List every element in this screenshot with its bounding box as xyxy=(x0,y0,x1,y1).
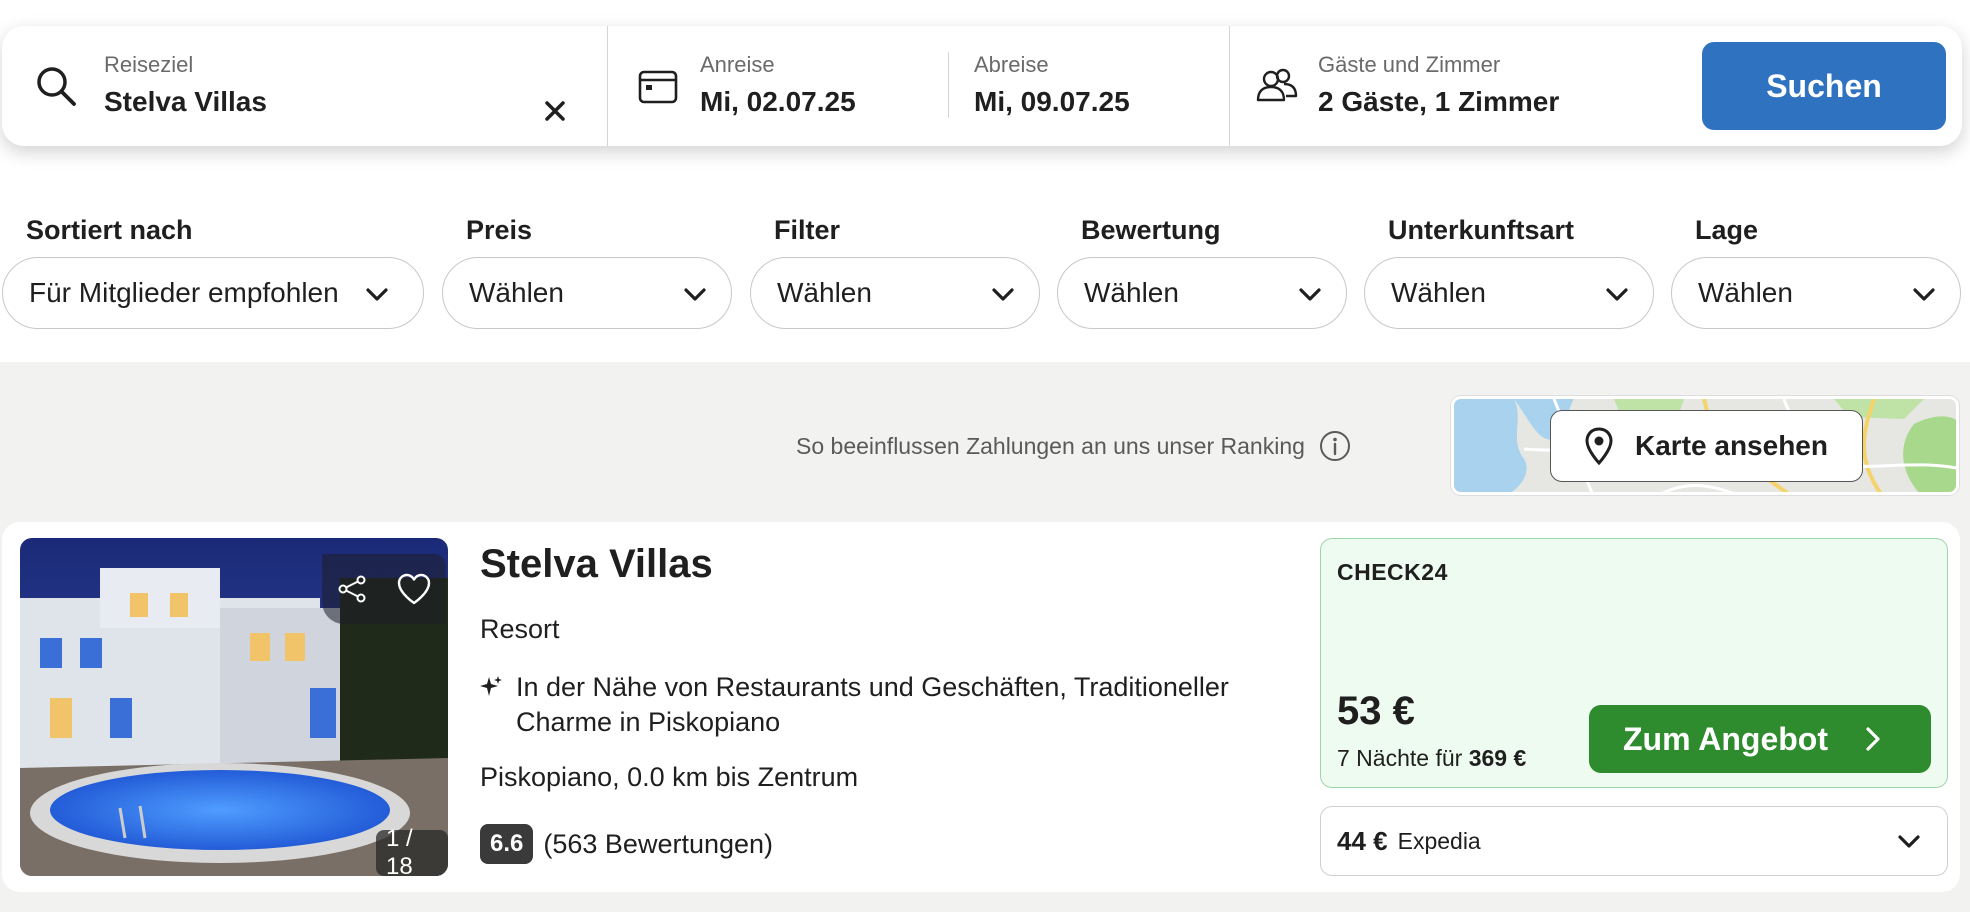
photo-actions xyxy=(322,554,446,624)
search-button[interactable]: Suchen xyxy=(1702,42,1946,130)
filter-label: Lage xyxy=(1695,215,1759,245)
alt-offer-price: 44 € xyxy=(1337,825,1388,856)
checkout-value[interactable]: Mi, 09.07.25 xyxy=(974,86,1130,118)
filter-label: Sortiert nach xyxy=(26,215,193,245)
to-offer-button[interactable]: Zum Angebot xyxy=(1589,705,1931,773)
filter-label: Preis xyxy=(466,215,533,245)
rating-count: (563 Bewertungen) xyxy=(543,828,774,859)
accommodation-dropdown[interactable]: Wählen xyxy=(1364,257,1654,329)
map-pin-icon xyxy=(1585,427,1613,465)
date-divider xyxy=(948,52,949,118)
rating-row: 6.6 (563 Bewertungen) xyxy=(480,824,773,864)
hotel-type: Resort xyxy=(480,614,560,644)
checkout-label: Abreise xyxy=(974,52,1049,77)
sort-dropdown[interactable]: Für Mitglieder empfohlen xyxy=(2,257,424,329)
close-icon xyxy=(545,101,565,121)
ranking-info[interactable]: So beeinflussen Zahlungen an uns unser R… xyxy=(796,430,1351,462)
dropdown-value: Wählen xyxy=(1391,277,1486,308)
calendar-icon xyxy=(638,68,678,109)
destination-value[interactable]: Stelva Villas xyxy=(104,86,267,118)
chevron-down-icon xyxy=(1606,288,1628,301)
offer-provider: CHECK24 xyxy=(1337,559,1448,585)
hotel-card[interactable]: 1 / 18 Stelva Villas Resort In der Nähe … xyxy=(2,522,1960,892)
heart-icon[interactable] xyxy=(396,573,432,605)
filter-dropdown[interactable]: Wählen xyxy=(750,257,1040,329)
hotel-photo[interactable]: 1 / 18 xyxy=(20,538,448,876)
alt-offer-provider: Expedia xyxy=(1397,827,1481,854)
rating-dropdown[interactable]: Wählen xyxy=(1057,257,1347,329)
nights-total: 369 € xyxy=(1468,745,1527,771)
nights-prefix: 7 Nächte für xyxy=(1337,745,1463,771)
view-map-button[interactable]: Karte ansehen xyxy=(1550,410,1863,482)
chevron-down-icon xyxy=(992,288,1014,301)
rating-badge: 6.6 xyxy=(480,824,534,864)
guests-field[interactable]: Gäste und Zimmer 2 Gäste, 1 Zimmer Suche… xyxy=(1230,26,1962,146)
price-dropdown[interactable]: Wählen xyxy=(442,257,732,329)
guests-value[interactable]: 2 Gäste, 1 Zimmer xyxy=(1318,86,1559,118)
alternative-offer[interactable]: 44 € Expedia xyxy=(1320,806,1948,876)
guests-label: Gäste und Zimmer xyxy=(1318,52,1501,77)
dropdown-value: Wählen xyxy=(1084,277,1179,308)
filter-label: Unterkunftsart xyxy=(1388,215,1575,245)
filter-location: Lage Wählen xyxy=(1671,215,1961,329)
checkin-label: Anreise xyxy=(700,52,775,77)
dates-field[interactable]: Anreise Mi, 02.07.25 Abreise Mi, 09.07.2… xyxy=(608,26,1230,146)
hotel-location: Piskopiano, 0.0 km bis Zentrum xyxy=(480,762,859,792)
photo-counter: 1 / 18 xyxy=(376,825,448,876)
features-text: In der Nähe von Restaurants und Geschäft… xyxy=(516,672,1229,737)
filter-label: Bewertung xyxy=(1081,215,1221,245)
chevron-down-icon xyxy=(366,288,388,301)
hotel-features: In der Nähe von Restaurants und Geschäft… xyxy=(480,670,1300,740)
dropdown-value: Für Mitglieder empfohlen xyxy=(29,277,339,308)
destination-field[interactable]: Reiseziel Stelva Villas xyxy=(2,26,608,146)
chevron-right-icon xyxy=(1866,727,1880,751)
view-map-label: Karte ansehen xyxy=(1635,430,1828,461)
search-icon xyxy=(34,64,78,113)
destination-label: Reiseziel xyxy=(104,52,194,77)
chevron-down-icon xyxy=(1299,288,1321,301)
chevron-down-icon xyxy=(684,288,706,301)
share-icon[interactable] xyxy=(337,574,367,604)
sparkle-icon xyxy=(480,676,502,696)
main-offer[interactable]: CHECK24 53 € 7 Nächte für 369 € Zum Ange… xyxy=(1320,538,1948,788)
clear-destination-button[interactable] xyxy=(537,93,573,129)
dropdown-value: Wählen xyxy=(777,277,872,308)
users-icon xyxy=(1256,66,1298,109)
location-dropdown[interactable]: Wählen xyxy=(1671,257,1961,329)
checkin-value[interactable]: Mi, 02.07.25 xyxy=(700,86,856,118)
chevron-down-icon xyxy=(1898,835,1920,848)
filter-price: Preis Wählen xyxy=(442,215,732,329)
hotel-name[interactable]: Stelva Villas xyxy=(480,542,713,587)
filter-sort: Sortiert nach Für Mitglieder empfohlen xyxy=(2,215,424,329)
filter-rating: Bewertung Wählen xyxy=(1057,215,1347,329)
filter-label: Filter xyxy=(774,215,841,245)
ranking-info-text: So beeinflussen Zahlungen an uns unser R… xyxy=(796,432,1305,459)
offer-price: 53 € xyxy=(1337,689,1415,733)
filter-filter: Filter Wählen xyxy=(750,215,1040,329)
dropdown-value: Wählen xyxy=(1698,277,1793,308)
search-bar: Reiseziel Stelva Villas Anreise Mi, 02.0… xyxy=(2,26,1962,146)
filter-accommodation: Unterkunftsart Wählen xyxy=(1364,215,1654,329)
chevron-down-icon xyxy=(1913,288,1935,301)
dropdown-value: Wählen xyxy=(469,277,564,308)
to-offer-label: Zum Angebot xyxy=(1623,720,1828,757)
info-icon xyxy=(1319,431,1350,461)
offer-total: 7 Nächte für 369 € xyxy=(1337,745,1526,772)
